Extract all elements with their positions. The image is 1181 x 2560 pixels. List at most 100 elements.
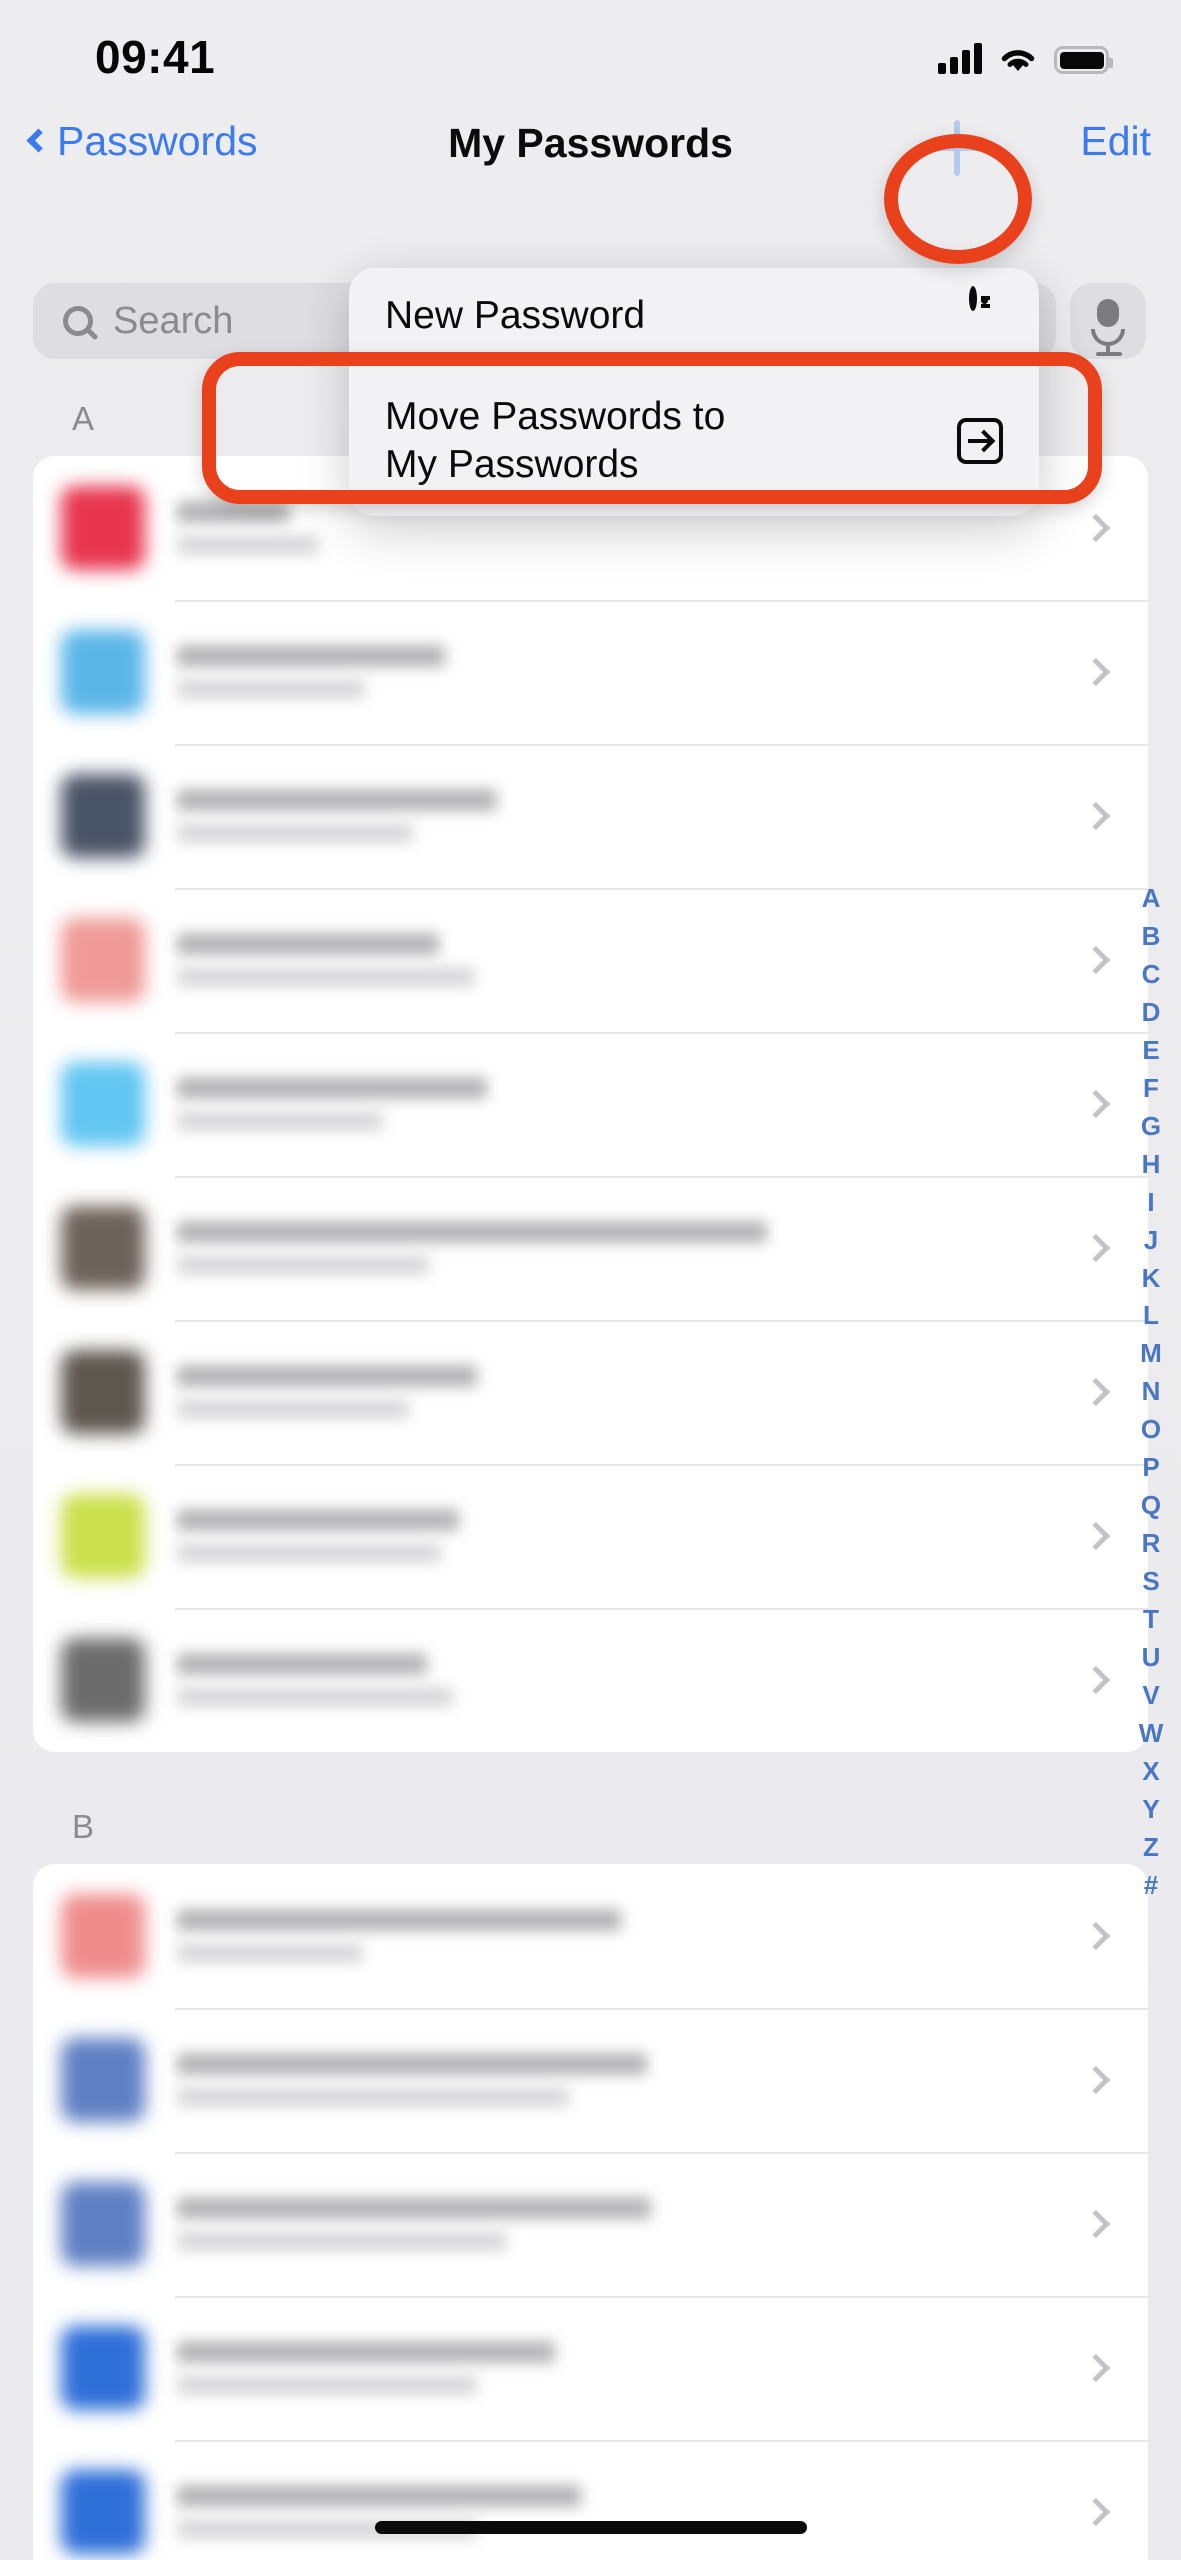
edit-button[interactable]: Edit — [1080, 118, 1151, 165]
alphabet-index-letter[interactable]: G — [1141, 1108, 1161, 1146]
password-list-item[interactable] — [33, 744, 1148, 888]
site-favicon — [61, 1350, 145, 1434]
chevron-right-icon — [1081, 1377, 1111, 1407]
status-bar-time: 09:41 — [95, 31, 216, 83]
alphabet-index-letter[interactable]: L — [1143, 1297, 1159, 1335]
alphabet-index-letter[interactable]: Y — [1142, 1791, 1159, 1829]
alphabet-index-letter[interactable]: O — [1141, 1411, 1161, 1449]
alphabet-index-letter[interactable]: X — [1142, 1753, 1159, 1791]
chevron-right-icon — [1081, 657, 1111, 687]
alphabet-index-letter[interactable]: M — [1140, 1335, 1162, 1373]
alphabet-index-letter[interactable]: T — [1143, 1601, 1159, 1639]
annotation-rect-move-passwords — [202, 352, 1102, 504]
item-title-redacted — [177, 2197, 651, 2219]
item-title-redacted — [177, 2341, 555, 2363]
item-title-redacted — [177, 2485, 581, 2507]
alphabet-index-letter[interactable]: Z — [1143, 1829, 1159, 1867]
alphabet-index-letter[interactable]: U — [1142, 1639, 1161, 1677]
alphabet-index-letter[interactable]: P — [1142, 1449, 1159, 1487]
alphabet-index-letter[interactable]: B — [1142, 918, 1161, 956]
search-placeholder: Search — [113, 299, 234, 342]
item-text-column — [145, 645, 1086, 699]
item-subtitle-redacted — [177, 535, 319, 555]
item-title-redacted — [177, 501, 289, 523]
alphabet-index-letter[interactable]: R — [1142, 1525, 1161, 1563]
alphabet-index-letter[interactable]: A — [1142, 880, 1161, 918]
alphabet-index-letter[interactable]: K — [1142, 1260, 1161, 1298]
item-subtitle-redacted — [177, 1943, 363, 1963]
chevron-right-icon — [1081, 801, 1111, 831]
annotation-circle-add-button — [884, 134, 1032, 264]
alphabet-index-letter[interactable]: F — [1143, 1070, 1159, 1108]
item-title-redacted — [177, 1909, 621, 1931]
alphabet-index-letter[interactable]: # — [1144, 1867, 1158, 1905]
item-title-redacted — [177, 645, 445, 667]
home-indicator[interactable] — [374, 2521, 807, 2534]
item-subtitle-redacted — [177, 2375, 477, 2395]
menu-item-new-password-label: New Password — [385, 294, 646, 338]
chevron-right-icon — [1081, 2353, 1111, 2383]
alphabet-index-letter[interactable]: C — [1142, 956, 1161, 994]
item-text-column — [145, 2053, 1086, 2107]
site-favicon — [61, 774, 145, 858]
site-favicon — [61, 630, 145, 714]
item-title-redacted — [177, 2053, 647, 2075]
item-title-redacted — [177, 1077, 487, 1099]
chevron-right-icon — [1081, 1089, 1111, 1119]
site-favicon — [61, 918, 145, 1002]
password-list-item[interactable] — [33, 1032, 1148, 1176]
password-list[interactable]: AB — [0, 400, 1181, 2560]
password-list-item[interactable] — [33, 1608, 1148, 1752]
alphabet-index[interactable]: A B C D E F G H I J K L M N O P Q R S T U V W X Y Z # — [1129, 880, 1173, 1905]
menu-item-new-password[interactable]: New Password — [349, 268, 1039, 364]
password-list-item[interactable] — [33, 2296, 1148, 2440]
item-subtitle-redacted — [177, 1399, 409, 1419]
item-text-column — [145, 2197, 1086, 2251]
password-list-item[interactable] — [33, 1464, 1148, 1608]
chevron-right-icon — [1081, 2065, 1111, 2095]
password-list-item[interactable] — [33, 2152, 1148, 2296]
key-icon — [969, 286, 1003, 342]
site-favicon — [61, 2326, 145, 2410]
item-title-redacted — [177, 1221, 767, 1243]
password-list-item[interactable] — [33, 1864, 1148, 2008]
password-list-item[interactable] — [33, 600, 1148, 744]
alphabet-index-letter[interactable]: N — [1142, 1373, 1161, 1411]
item-text-column — [145, 789, 1086, 843]
chevron-right-icon — [1081, 1921, 1111, 1951]
site-favicon — [61, 1494, 145, 1578]
site-favicon — [61, 1894, 145, 1978]
item-title-redacted — [177, 1509, 459, 1531]
item-subtitle-redacted — [177, 679, 365, 699]
password-list-item[interactable] — [33, 2008, 1148, 2152]
item-subtitle-redacted — [177, 1111, 383, 1131]
status-bar: 09:41 — [0, 0, 1181, 104]
alphabet-index-letter[interactable]: E — [1142, 1032, 1159, 1070]
password-list-item[interactable] — [33, 1320, 1148, 1464]
password-list-item[interactable] — [33, 1176, 1148, 1320]
chevron-right-icon — [1081, 2497, 1111, 2527]
item-text-column — [145, 1653, 1086, 1707]
alphabet-index-letter[interactable]: D — [1142, 994, 1161, 1032]
alphabet-index-letter[interactable]: Q — [1141, 1487, 1161, 1525]
alphabet-index-letter[interactable]: I — [1147, 1184, 1154, 1222]
item-text-column — [145, 1365, 1086, 1419]
microphone-icon — [1091, 299, 1125, 356]
password-list-item[interactable] — [33, 888, 1148, 1032]
dictation-button[interactable] — [1070, 283, 1146, 359]
iphone-screen: 09:41 Passwords My Passwords Edit Search… — [0, 0, 1181, 2560]
site-favicon — [61, 2470, 145, 2554]
password-list-item[interactable] — [33, 2440, 1148, 2560]
alphabet-index-letter[interactable]: S — [1142, 1563, 1159, 1601]
section-card — [33, 1864, 1148, 2560]
alphabet-index-letter[interactable]: J — [1144, 1222, 1158, 1260]
wifi-icon — [998, 44, 1038, 74]
alphabet-index-letter[interactable]: W — [1139, 1715, 1164, 1753]
alphabet-index-letter[interactable]: H — [1142, 1146, 1161, 1184]
item-title-redacted — [177, 789, 497, 811]
site-favicon — [61, 2182, 145, 2266]
chevron-right-icon — [1081, 1665, 1111, 1695]
alphabet-index-letter[interactable]: V — [1142, 1677, 1159, 1715]
status-bar-indicators — [938, 32, 1113, 74]
